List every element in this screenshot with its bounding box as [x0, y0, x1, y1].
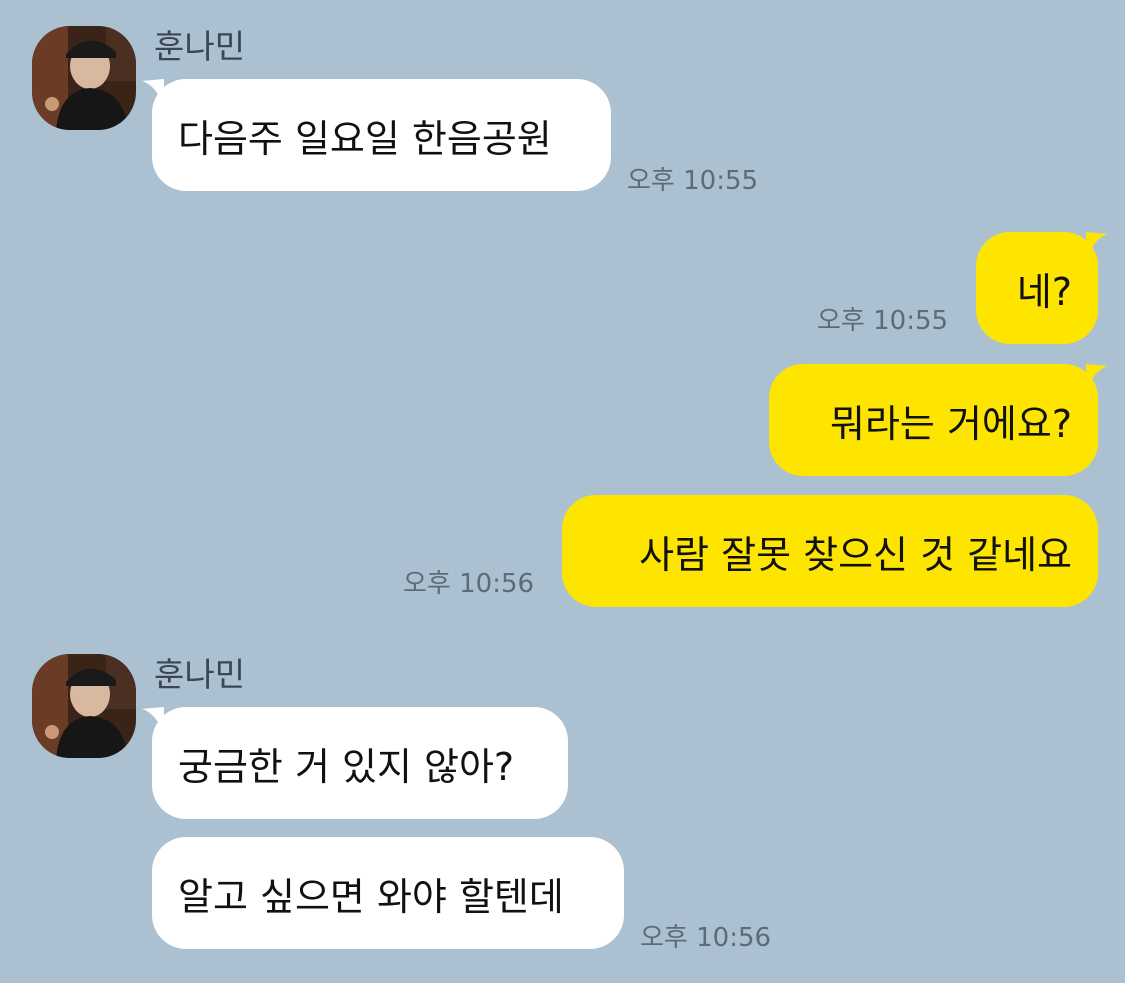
bubble-tail: [142, 79, 164, 107]
chat-screen: { "colors": { "background": "#abc1d1", "…: [0, 0, 1125, 983]
message-text: 알고 싶으면 와야 할텐데: [178, 874, 564, 919]
outgoing-message-bubble[interactable]: 뭐라는 거에요?: [769, 364, 1098, 476]
message-timestamp: 오후 10:55: [817, 306, 949, 336]
sender-name: 훈나민: [154, 27, 246, 66]
message-timestamp: 오후 10:56: [403, 569, 535, 599]
incoming-message-bubble[interactable]: 알고 싶으면 와야 할텐데: [152, 837, 624, 949]
outgoing-message-bubble[interactable]: 네?: [976, 232, 1098, 344]
profile-photo-icon: [32, 654, 136, 758]
incoming-message-bubble[interactable]: 다음주 일요일 한음공원: [152, 79, 611, 191]
sender-name: 훈나민: [154, 655, 246, 694]
message-text: 네?: [1016, 269, 1072, 314]
bubble-tail: [1086, 364, 1108, 392]
incoming-message-bubble[interactable]: 궁금한 거 있지 않아?: [152, 707, 568, 819]
message-text: 다음주 일요일 한음공원: [178, 116, 552, 161]
outgoing-message-bubble[interactable]: 사람 잘못 찾으신 것 같네요: [562, 495, 1098, 607]
sender-avatar[interactable]: [32, 654, 136, 758]
bubble-tail: [142, 707, 164, 735]
message-text: 궁금한 거 있지 않아?: [178, 744, 515, 789]
message-timestamp: 오후 10:55: [627, 166, 759, 196]
sender-avatar[interactable]: [32, 26, 136, 130]
message-timestamp: 오후 10:56: [640, 923, 772, 953]
message-text: 뭐라는 거에요?: [829, 401, 1072, 446]
message-text: 사람 잘못 찾으신 것 같네요: [639, 532, 1072, 577]
bubble-tail: [1086, 232, 1108, 260]
profile-photo-icon: [32, 26, 136, 130]
